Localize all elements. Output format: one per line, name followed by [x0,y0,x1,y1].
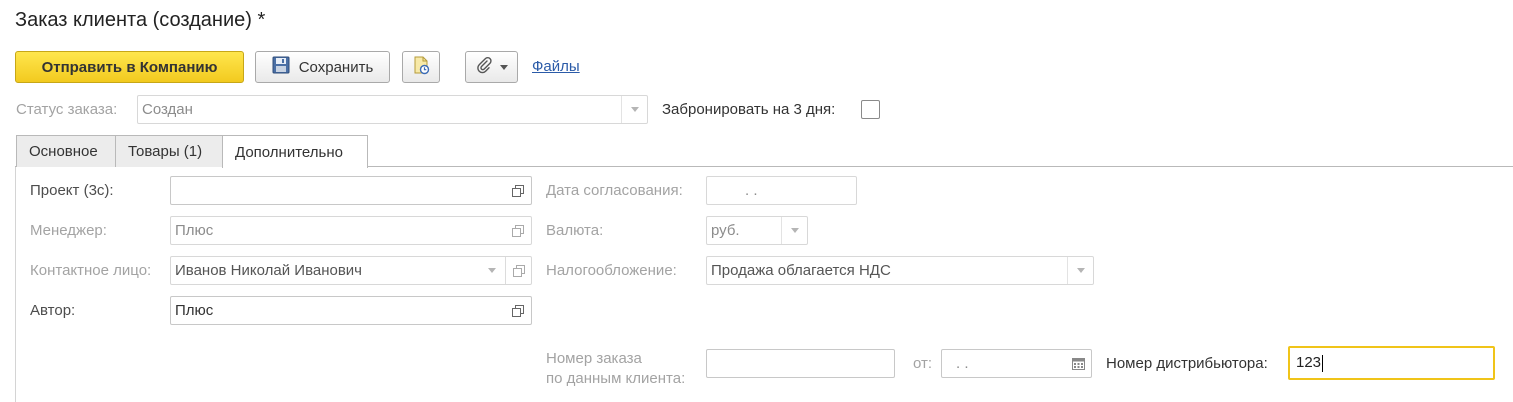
author-value: Плюс [175,302,214,319]
open-icon[interactable] [505,257,531,284]
paperclip-icon [476,56,492,78]
order-date-value: . . [956,355,969,372]
tab-main[interactable]: Основное [16,135,116,167]
document-clock-icon [411,55,431,79]
chevron-down-icon [790,228,799,233]
project-field[interactable] [170,176,532,205]
dropdown-button[interactable] [781,217,807,244]
tab-additional[interactable]: Дополнительно [222,135,368,168]
client-order-number-field[interactable] [706,349,895,378]
order-status-label: Статус заказа: [16,101,118,118]
attachments-menu-button[interactable] [465,51,518,83]
tab-label: Товары (1) [128,143,203,160]
reserve-checkbox[interactable] [861,100,880,119]
order-status-select[interactable]: Создан [137,95,648,124]
currency-value: руб. [711,222,740,239]
contact-field[interactable]: Иванов Николай Иванович [170,256,532,285]
dropdown-button[interactable] [479,257,505,284]
distributor-number-field[interactable]: 123 [1288,346,1495,380]
tab-panel-border [15,167,16,402]
chevron-down-icon [1076,268,1085,273]
manager-value: Плюс [175,222,214,239]
author-label: Автор: [30,302,76,319]
floppy-disk-icon [272,56,290,78]
distributor-number-label: Номер дистрибьютора: [1106,355,1268,372]
contact-label: Контактное лицо: [30,262,152,279]
report-button[interactable] [402,51,440,83]
save-button[interactable]: Сохранить [255,51,390,83]
dropdown-button[interactable] [1067,257,1093,284]
client-order-number-label-line1: Номер заказа [546,350,642,367]
author-field[interactable]: Плюс [170,296,532,325]
approval-date-field[interactable]: . . [706,176,857,205]
reserve-label: Забронировать на 3 дня: [662,101,836,118]
taxation-select[interactable]: Продажа облагается НДС [706,256,1094,285]
project-label: Проект (3с): [30,182,114,199]
open-icon[interactable] [505,297,531,324]
calendar-icon[interactable] [1065,350,1091,377]
order-status-value: Создан [142,101,193,118]
client-order-number-label: Номер заказа по данным клиента: [546,349,685,389]
chevron-down-icon [630,107,639,112]
page-title: Заказ клиента (создание) * [15,9,266,31]
distributor-number-value: 123 [1296,354,1322,372]
manager-label: Менеджер: [30,222,107,239]
currency-label: Валюта: [546,222,604,239]
send-to-company-button[interactable]: Отправить в Компанию [15,51,244,83]
order-date-field[interactable]: . . [941,349,1092,378]
chevron-down-icon [499,64,508,70]
open-icon[interactable] [505,217,531,244]
tab-goods[interactable]: Товары (1) [115,135,223,167]
files-link[interactable]: Файлы [532,58,580,75]
text-cursor [1322,354,1324,372]
approval-date-value: . . [745,182,758,199]
open-icon[interactable] [505,177,531,204]
tab-label: Дополнительно [235,143,343,161]
approval-date-label: Дата согласования: [546,182,683,199]
tab-label: Основное [29,143,98,160]
send-to-company-label: Отправить в Компанию [41,58,218,76]
taxation-value: Продажа облагается НДС [711,262,891,279]
order-date-label: от: [913,355,933,372]
currency-select[interactable]: руб. [706,216,808,245]
manager-field[interactable]: Плюс [170,216,532,245]
chevron-down-icon [488,268,496,273]
taxation-label: Налогообложение: [546,262,677,279]
dropdown-button[interactable] [621,96,647,123]
client-order-number-label-line2: по данным клиента: [546,370,686,387]
save-label: Сохранить [298,58,374,76]
contact-value: Иванов Николай Иванович [175,262,362,279]
